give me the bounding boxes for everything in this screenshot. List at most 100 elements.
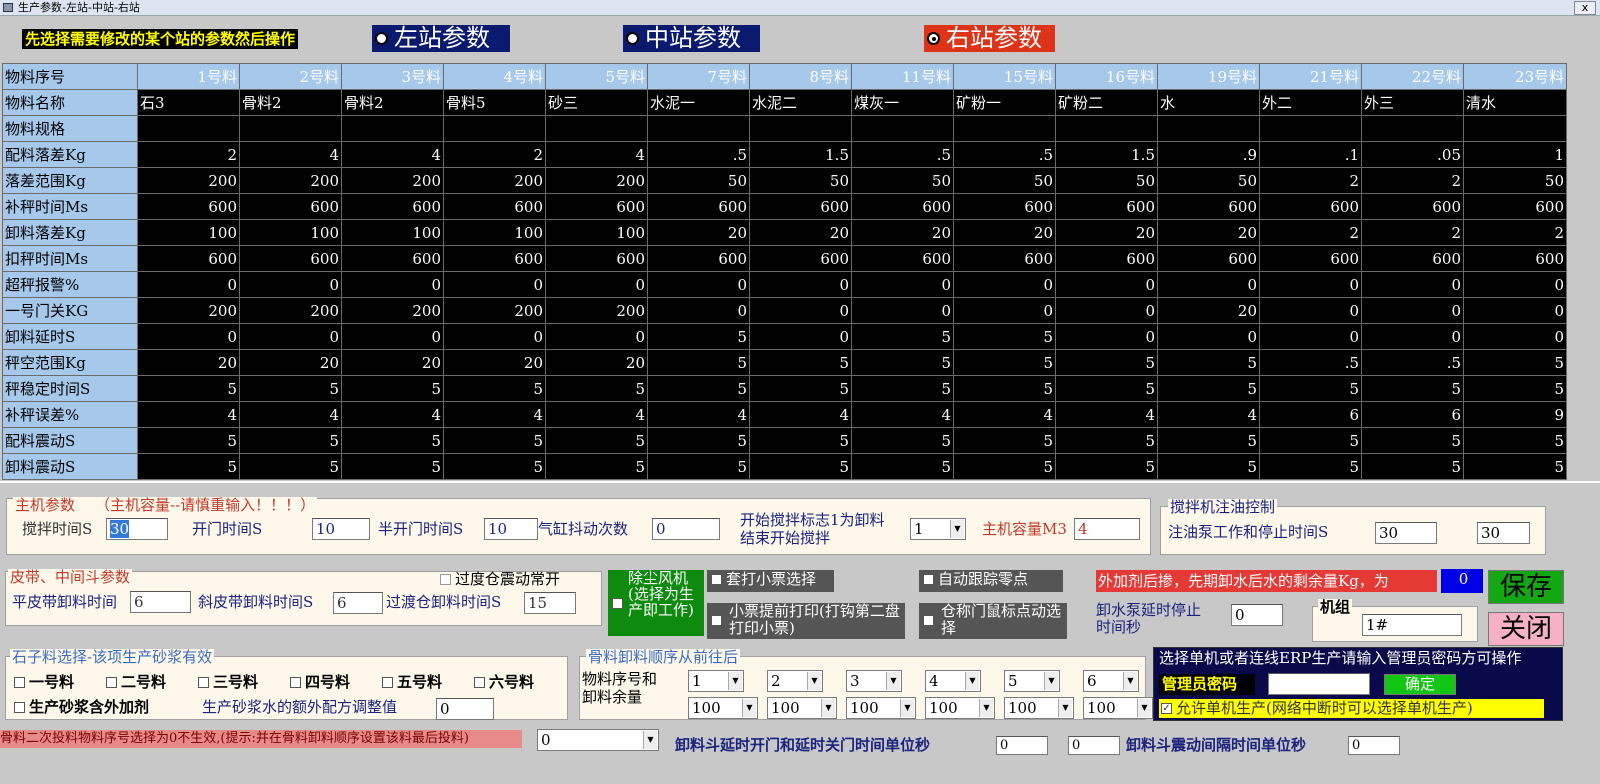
grid-cell[interactable]: 0	[749, 297, 852, 324]
grid-cell[interactable]: 2	[137, 141, 240, 168]
grid-cell[interactable]: 600	[1463, 245, 1567, 272]
grid-cell[interactable]: 5	[953, 427, 1056, 454]
grid-cell[interactable]: 0	[1157, 323, 1260, 350]
incline-belt-input[interactable]: 6	[333, 592, 383, 614]
dust-fan-checkbox[interactable]: 除尘风机(选择为生产即工作)	[608, 570, 704, 636]
grid-cell[interactable]: 600	[749, 193, 852, 220]
grid-cell[interactable]: 清水	[1463, 89, 1567, 116]
grid-cell[interactable]: .5	[851, 141, 954, 168]
grid-cell[interactable]: 20	[749, 219, 852, 246]
grid-cell[interactable]: 5	[1463, 427, 1567, 454]
grid-cell[interactable]: 600	[953, 245, 1056, 272]
ticket-early-checkbox[interactable]: 小票提前打印(打钩第二盘打印小票)	[707, 603, 905, 639]
grid-cell[interactable]: .5	[953, 141, 1056, 168]
grid-cell[interactable]: 600	[341, 245, 444, 272]
grid-cell[interactable]: 5	[443, 375, 546, 402]
grid-cell[interactable]: 50	[749, 167, 852, 194]
grid-cell[interactable]: 50	[1157, 167, 1260, 194]
grid-cell[interactable]: 5	[851, 375, 954, 402]
grid-cell[interactable]: 20	[953, 219, 1056, 246]
grid-cell[interactable]: 5	[851, 323, 954, 350]
grid-cell[interactable]: 5	[851, 427, 954, 454]
grid-cell[interactable]: 石3	[137, 89, 240, 116]
grid-cell[interactable]: .5	[1259, 349, 1362, 376]
grid-cell[interactable]: 5	[953, 323, 1056, 350]
grid-cell[interactable]: 外三	[1361, 89, 1464, 116]
stone-option-checkbox[interactable]: 六号料	[474, 671, 554, 692]
grid-cell[interactable]: 4	[647, 401, 750, 428]
order-seq-select[interactable]: 3 ▼	[846, 670, 902, 692]
grid-cell[interactable]: 0	[749, 271, 852, 298]
grid-cell[interactable]: 4	[545, 141, 648, 168]
grid-cell[interactable]: 5	[851, 453, 954, 480]
grid-cell[interactable]: 5	[647, 323, 750, 350]
auto-zero-checkbox[interactable]: 自动跟踪零点	[919, 570, 1063, 592]
grid-cell[interactable]: 0	[1361, 297, 1464, 324]
grid-cell[interactable]: 5	[1157, 375, 1260, 402]
grid-cell[interactable]: 200	[545, 167, 648, 194]
grid-cell[interactable]: 0	[137, 271, 240, 298]
station-left-radio[interactable]: 左站参数	[372, 25, 510, 52]
grid-cell[interactable]: 5	[545, 453, 648, 480]
grid-cell[interactable]: 4	[1157, 401, 1260, 428]
additive-input[interactable]: 0	[1441, 569, 1483, 593]
pump-delay-input[interactable]: 0	[1231, 604, 1283, 626]
grid-cell[interactable]: 5	[851, 349, 954, 376]
grid-cell[interactable]: 0	[953, 271, 1056, 298]
grid-cell[interactable]: 矿粉二	[1055, 89, 1158, 116]
grid-cell[interactable]: 4	[851, 401, 954, 428]
grid-cell[interactable]: 600	[1055, 193, 1158, 220]
grid-cell[interactable]: 外二	[1259, 89, 1362, 116]
grid-cell[interactable]: 2	[1361, 219, 1464, 246]
admin-password-input[interactable]	[1268, 673, 1370, 695]
grid-cell[interactable]: 5	[545, 427, 648, 454]
grid-cell[interactable]	[1055, 115, 1158, 142]
grid-cell[interactable]: 600	[443, 193, 546, 220]
grid-cell[interactable]: 5	[1157, 349, 1260, 376]
order-remain-select[interactable]: 100 ▼	[846, 697, 916, 719]
grid-cell[interactable]: 200	[239, 297, 342, 324]
grid-cell[interactable]: 0	[1055, 323, 1158, 350]
grid-cell[interactable]: 0	[647, 271, 750, 298]
grid-cell[interactable]: 600	[647, 245, 750, 272]
grid-cell[interactable]	[545, 115, 648, 142]
grid-cell[interactable]: 0	[341, 271, 444, 298]
order-remain-select[interactable]: 100 ▼	[1083, 697, 1153, 719]
grid-cell[interactable]: 0	[443, 323, 546, 350]
grid-cell[interactable]: 5	[953, 453, 1056, 480]
hopper-vibration-input[interactable]: 0	[1348, 736, 1400, 755]
grid-cell[interactable]: 0	[1259, 297, 1362, 324]
grid-cell[interactable]	[443, 115, 546, 142]
grid-cell[interactable]: 50	[1055, 167, 1158, 194]
order-seq-select[interactable]: 6 ▼	[1083, 670, 1139, 692]
grid-cell[interactable]: 20	[137, 349, 240, 376]
grid-cell[interactable]: 5	[1259, 453, 1362, 480]
grid-cell[interactable]: 5	[1055, 349, 1158, 376]
grid-cell[interactable]: 20	[545, 349, 648, 376]
grid-cell[interactable]: 0	[1157, 271, 1260, 298]
grid-cell[interactable]: 5	[341, 453, 444, 480]
grid-cell[interactable]: 0	[1361, 271, 1464, 298]
grid-cell[interactable]: 0	[239, 323, 342, 350]
ticket-select-checkbox[interactable]: 套打小票选择	[707, 570, 834, 592]
grid-cell[interactable]	[851, 115, 954, 142]
grid-cell[interactable]: 0	[1259, 323, 1362, 350]
grid-cell[interactable]: 5	[647, 349, 750, 376]
save-button[interactable]: 保存	[1488, 570, 1564, 604]
grid-cell[interactable]	[1157, 115, 1260, 142]
station-middle-radio[interactable]: 中站参数	[623, 25, 760, 52]
transit-input[interactable]: 15	[524, 592, 576, 614]
grid-cell[interactable]: 600	[341, 193, 444, 220]
hopper-close-delay-input[interactable]: 0	[1068, 736, 1120, 755]
grid-cell[interactable]: 5	[1361, 453, 1464, 480]
grid-cell[interactable]: 600	[443, 245, 546, 272]
stone-option-checkbox[interactable]: 五号料	[382, 671, 474, 692]
order-seq-select[interactable]: 4 ▼	[925, 670, 981, 692]
grid-cell[interactable]: 水泥二	[749, 89, 852, 116]
grid-cell[interactable]: 600	[545, 193, 648, 220]
grid-cell[interactable]: 水	[1157, 89, 1260, 116]
stone-option-checkbox[interactable]: 三号料	[198, 671, 290, 692]
grid-cell[interactable]: 5	[137, 427, 240, 454]
grid-cell[interactable]: 200	[443, 167, 546, 194]
grid-cell[interactable]: 600	[137, 193, 240, 220]
